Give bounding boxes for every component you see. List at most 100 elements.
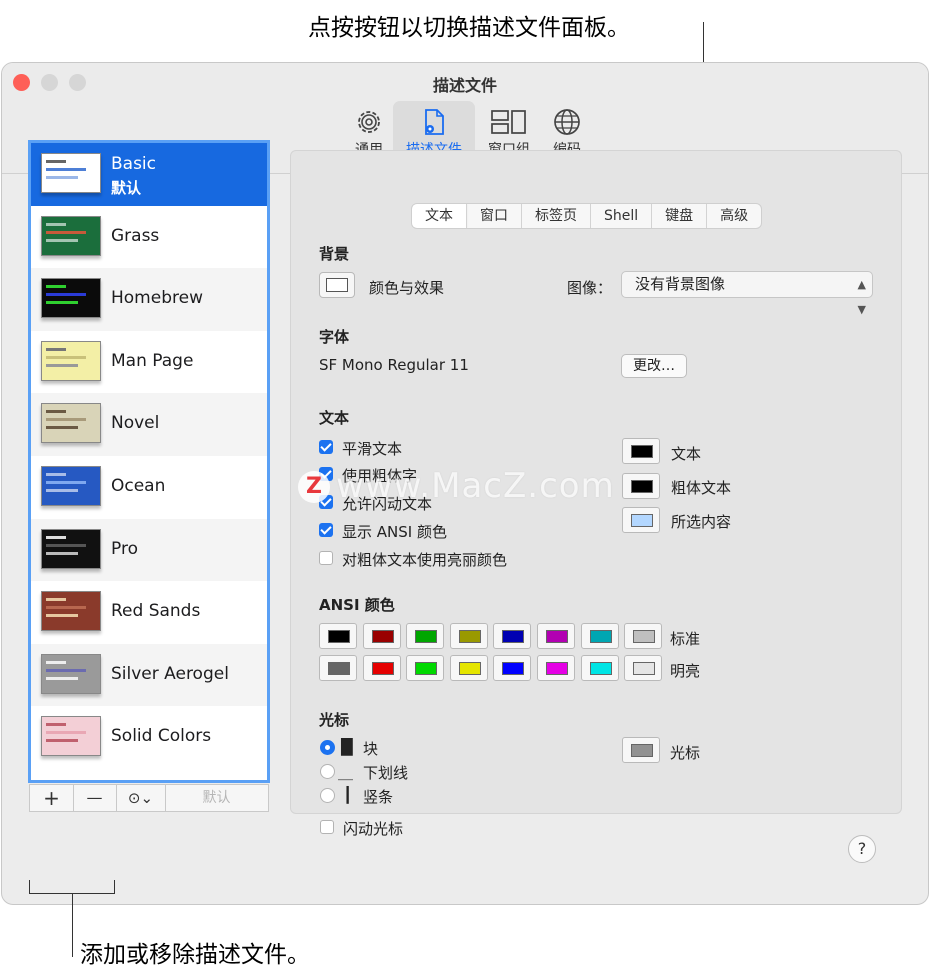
profile-row-pro[interactable]: Pro [31,518,267,582]
profile-name: Basic [111,154,157,174]
profile-list-buttons: + — ⊙⌄ 默认 [29,784,269,812]
profile-thumbnail [41,215,101,256]
more-actions-button[interactable]: ⊙⌄ [116,785,166,811]
profile-row-silver-aerogel[interactable]: Silver Aerogel [31,643,267,707]
default-profile-label: 默认 [111,179,142,197]
profile-name: Silver Aerogel [111,663,229,684]
cursor-color-well[interactable] [622,737,660,763]
text-color-label: 文本 [671,445,702,463]
profile-row-ocean[interactable]: Ocean [31,456,267,519]
set-default-button[interactable]: 默认 [165,785,268,811]
profile-row-grass[interactable]: Grass [31,206,267,269]
add-profile-button[interactable]: + [30,785,74,811]
profile-row-homebrew[interactable]: Homebrew [31,268,267,331]
profile-thumbnail [41,278,101,319]
background-color-well[interactable] [319,272,355,298]
globe-icon [554,109,580,135]
ansi-bright-color-well-2[interactable] [406,655,445,681]
ansi-normal-color-well-0[interactable] [319,623,357,649]
bold-text-color-well[interactable] [622,473,660,499]
profile-thumbnail [41,716,101,757]
chevron-updown-icon: ▲ ▼ [857,278,866,316]
smooth-text-label: 平滑文本 [342,440,403,458]
ansi-normal-color-well-4[interactable] [493,623,532,649]
image-label: 图像： [567,279,613,297]
profile-document-icon [425,109,444,135]
change-font-button[interactable]: 更改… [621,354,687,378]
blink-cursor-label: 闪动光标 [343,820,404,838]
ansi-bright-color-well-6[interactable] [580,655,619,681]
help-button[interactable]: ? [848,835,876,863]
profile-row-novel[interactable]: Novel [31,393,267,456]
watermark-text: www.MacZ.com [336,466,615,506]
ansi-normal-color-well-7[interactable] [624,623,663,649]
watermark-logo: Z [298,471,330,503]
blink-cursor-checkbox[interactable] [320,820,334,834]
profile-row-basic[interactable]: Basic 默认 [31,143,267,206]
ansi-bright-color-well-7[interactable] [624,655,663,681]
font-section-title: 字体 [319,328,350,346]
background-image-select[interactable]: 没有背景图像 ▲ ▼ [621,271,873,316]
ansi-bright-color-well-5[interactable] [537,655,575,681]
tab-tabs[interactable]: 标签页 [521,204,590,228]
smooth-text-checkbox[interactable] [319,440,333,454]
cursor-vertical-bar-glyph: ┃ [343,786,353,804]
cursor-underline-label: 下划线 [363,764,409,782]
cursor-block-glyph: █ [341,738,353,756]
tab-text[interactable]: 文本 [412,204,466,228]
profile-thumbnail [41,653,101,694]
ansi-normal-color-well-2[interactable] [406,623,445,649]
ansi-colors-checkbox[interactable] [319,523,333,537]
bright-bold-checkbox[interactable] [319,551,333,565]
ansi-normal-color-well-6[interactable] [580,623,619,649]
ansi-normal-label: 标准 [670,630,701,648]
profile-thumbnail [41,153,101,193]
cursor-underline-glyph: ＿ [338,764,354,782]
cursor-vertical-bar-label: 竖条 [363,788,394,806]
profile-thumbnail [41,340,101,381]
profile-name: Ocean [111,475,166,496]
cursor-block-radio[interactable] [320,740,335,755]
bold-text-color-label: 粗体文本 [671,479,732,497]
profile-row-solid-colors[interactable]: Solid Colors [31,706,267,769]
tab-window[interactable]: 窗口 [466,204,521,228]
profile-thumbnail [41,591,101,632]
tab-advanced[interactable]: 高级 [706,204,761,228]
profile-name: Pro [111,538,138,559]
profile-row-red-sands[interactable]: Red Sands [31,581,267,644]
profile-thumbnail [41,403,101,444]
ansi-bright-color-well-3[interactable] [449,655,488,681]
selection-color-well[interactable] [622,507,660,533]
ansi-section-title: ANSI 颜色 [319,596,395,614]
cursor-color-label: 光标 [670,744,701,762]
profile-name: Red Sands [111,601,201,622]
cursor-section-title: 光标 [319,711,350,729]
cursor-underline-radio[interactable] [320,764,335,779]
background-section-title: 背景 [319,245,350,263]
profile-name: Grass [111,225,160,246]
ansi-normal-color-well-3[interactable] [449,623,488,649]
callout-bottom: 添加或移除描述文件。 [80,942,310,968]
tab-keyboard[interactable]: 键盘 [651,204,706,228]
text-color-well[interactable] [622,438,660,464]
gear-icon [358,111,380,133]
profile-row-man-page[interactable]: Man Page [31,331,267,394]
selection-color-label: 所选内容 [671,513,732,531]
profile-name: Novel [111,413,160,434]
ansi-bright-color-well-0[interactable] [319,655,357,681]
profile-list[interactable]: Basic 默认 Grass Homebrew Man Page Novel O… [28,140,270,783]
ansi-bright-color-well-1[interactable] [362,655,401,681]
profile-name: Man Page [111,350,194,371]
cursor-vertical-bar-radio[interactable] [320,788,335,803]
remove-profile-button[interactable]: — [73,785,117,811]
ansi-colors-label: 显示 ANSI 颜色 [342,523,447,541]
callout-bracket-bottom-left [29,880,30,893]
ansi-bright-label: 明亮 [670,662,701,680]
ansi-bright-color-well-4[interactable] [493,655,532,681]
window-title: 描述文件 [432,76,497,95]
tab-shell[interactable]: Shell [590,204,651,228]
ansi-normal-color-well-1[interactable] [362,623,401,649]
profile-thumbnail [41,465,101,506]
callout-bracket-bottom-right [114,880,115,893]
ansi-normal-color-well-5[interactable] [537,623,575,649]
